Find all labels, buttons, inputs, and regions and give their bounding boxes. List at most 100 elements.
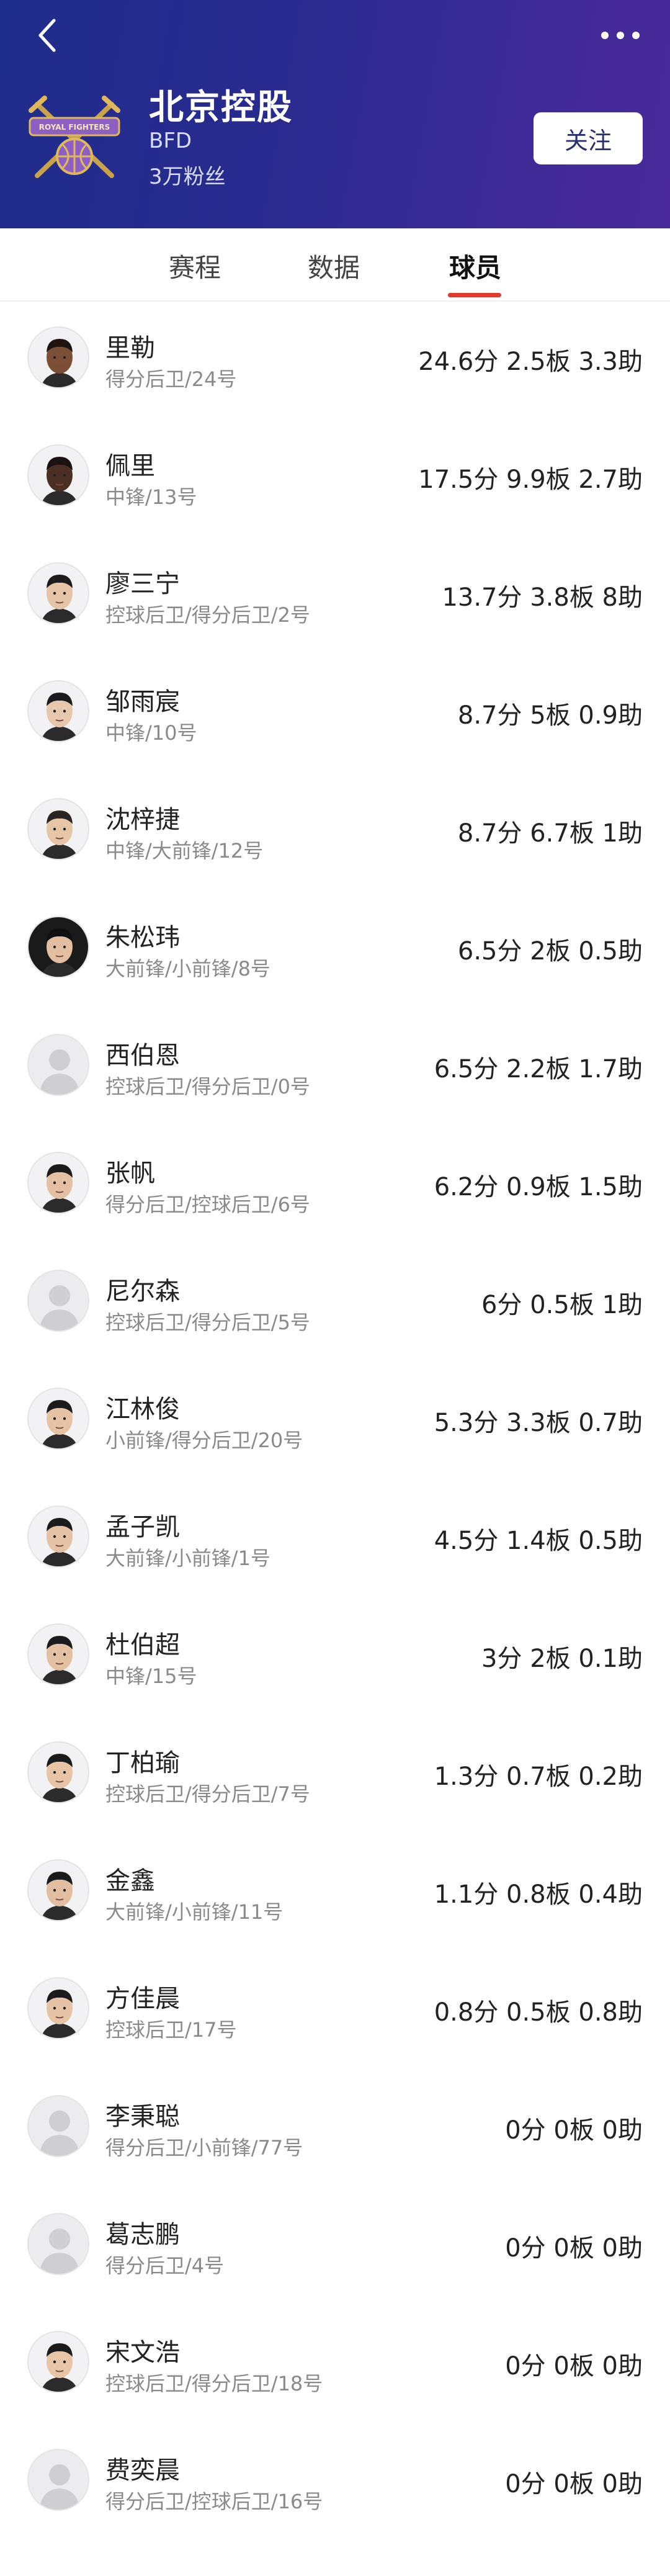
player-row[interactable]: 佩里中锋/13号 17.5分 9.9板 2.7助 <box>0 420 670 537</box>
player-stats: 4.5分 1.4板 0.5助 <box>434 1527 643 1555</box>
player-avatar <box>27 1506 89 1568</box>
player-stats: 6.5分 2板 0.5助 <box>457 937 643 966</box>
player-name: 尼尔森 <box>105 1277 180 1306</box>
more-options-button[interactable] <box>596 20 645 51</box>
player-position: 中锋/13号 <box>105 485 197 509</box>
chevron-left-icon <box>38 19 56 52</box>
player-position: 得分后卫/控球后卫/16号 <box>105 2490 323 2513</box>
player-row[interactable]: 尼尔森 控球后卫/得分后卫/5号 6分 0.5板 1助 <box>0 1245 670 1363</box>
follow-button[interactable]: 关注 <box>534 112 643 164</box>
default-avatar-icon <box>27 2095 89 2157</box>
player-row[interactable]: 金鑫大前锋/小前锋/11号 1.1分 0.8板 0.4助 <box>0 1834 670 1952</box>
player-row[interactable]: 宋文浩控球后卫/得分后卫/18号 0分 0板 0助 <box>0 2306 670 2424</box>
player-name: 费奕晨 <box>105 2456 180 2485</box>
player-avatar <box>27 562 89 624</box>
player-row[interactable]: 沈梓捷中锋/大前锋/12号 8.7分 6.7板 1助 <box>0 773 670 891</box>
player-name: 方佳晨 <box>105 1985 180 2013</box>
player-name: 江林俊 <box>105 1395 180 1424</box>
player-stats: 0分 0板 0助 <box>505 2470 643 2498</box>
player-row[interactable]: 邹雨宸 中锋/10号 8.7分 5板 0.9助 <box>0 655 670 773</box>
player-position: 得分后卫/4号 <box>105 2254 225 2278</box>
back-button[interactable] <box>25 14 68 57</box>
player-avatar <box>27 1623 89 1685</box>
player-row[interactable]: 杜伯超 中锋/15号 3分 2板 0.1助 <box>0 1599 670 1717</box>
player-stats: 0分 0板 0助 <box>505 2234 643 2263</box>
player-row[interactable]: 江林俊小前锋/得分后卫/20号 5.3分 3.3板 0.7助 <box>0 1363 670 1481</box>
player-position: 控球后卫/得分后卫/0号 <box>105 1075 310 1098</box>
player-name: 廖三宁 <box>105 570 180 598</box>
fan-count: 3万粉丝 <box>149 164 226 189</box>
player-name: 西伯恩 <box>105 1041 180 1070</box>
player-row[interactable]: 里勒得分后卫/24号 24.6分 2.5板 3.3助 <box>0 302 670 420</box>
player-row[interactable]: 廖三宁控球后卫/得分后卫/2号 13.7分 3.8板 8助 <box>0 537 670 655</box>
player-name: 丁柏瑜 <box>105 1749 180 1777</box>
player-row[interactable]: 葛志鹏得分后卫/4号 0分 0板 0助 <box>0 2188 670 2306</box>
player-position: 中锋/大前锋/12号 <box>105 839 264 863</box>
player-row[interactable]: 西伯恩控球后卫/得分后卫/0号 6.5分 2.2板 1.7助 <box>0 1009 670 1127</box>
player-stats: 1.3分 0.7板 0.2助 <box>434 1762 643 1791</box>
player-avatar <box>27 1388 89 1450</box>
player-position: 控球后卫/17号 <box>105 2018 237 2042</box>
player-position: 控球后卫/得分后卫/5号 <box>105 1311 310 1334</box>
player-avatar <box>27 1741 89 1803</box>
player-stats: 0分 0板 0助 <box>505 2352 643 2381</box>
player-avatar <box>27 444 89 506</box>
player-position: 控球后卫/得分后卫/18号 <box>105 2372 323 2395</box>
player-position: 大前锋/小前锋/11号 <box>105 1900 284 1924</box>
team-name: 北京控股 <box>149 88 293 128</box>
player-name: 里勒 <box>105 334 155 362</box>
player-position: 大前锋/小前锋/8号 <box>105 957 270 981</box>
player-avatar <box>27 326 89 388</box>
more-dots-icon <box>601 32 640 39</box>
default-avatar-icon <box>27 2213 89 2275</box>
player-stats: 5.3分 3.3板 0.7助 <box>434 1409 643 1437</box>
player-avatar <box>27 2331 89 2393</box>
player-avatar <box>27 916 89 978</box>
player-name: 金鑫 <box>105 1867 155 1895</box>
player-name: 张帆 <box>105 1159 155 1188</box>
player-row[interactable]: 丁柏瑜控球后卫/得分后卫/7号 1.3分 0.7板 0.2助 <box>0 1717 670 1834</box>
player-stats: 1.1分 0.8板 0.4助 <box>434 1880 643 1909</box>
tab-bar: 赛程 数据 球员 <box>0 228 670 302</box>
player-row[interactable]: 孟子凯 大前锋/小前锋/1号 4.5分 1.4板 0.5助 <box>0 1481 670 1599</box>
team-abbreviation: BFD <box>149 128 192 153</box>
default-avatar-icon <box>27 2449 89 2511</box>
team-logo: ROYAL FIGHTERS <box>25 92 124 184</box>
player-position: 得分后卫/小前锋/77号 <box>105 2136 303 2160</box>
player-position: 控球后卫/得分后卫/2号 <box>105 603 310 627</box>
player-name: 李秉聪 <box>105 2103 180 2131</box>
player-stats: 8.7分 6.7板 1助 <box>457 819 643 848</box>
tab-players[interactable]: 球员 <box>449 247 501 285</box>
player-stats: 17.5分 9.9板 2.7助 <box>418 465 643 494</box>
player-stats: 13.7分 3.8板 8助 <box>442 583 643 612</box>
player-stats: 6.5分 2.2板 1.7助 <box>434 1055 643 1084</box>
player-avatar <box>27 1977 89 2039</box>
tab-stats[interactable]: 数据 <box>308 247 360 285</box>
player-name: 佩里 <box>105 452 155 480</box>
player-stats: 24.6分 2.5板 3.3助 <box>418 348 643 376</box>
player-stats: 0分 0板 0助 <box>505 2116 643 2145</box>
player-avatar <box>27 680 89 742</box>
player-position: 得分后卫/24号 <box>105 367 237 391</box>
player-avatar <box>27 798 89 860</box>
player-row[interactable]: 李秉聪得分后卫/小前锋/77号 0分 0板 0助 <box>0 2070 670 2188</box>
player-row[interactable]: 张帆 得分后卫/控球后卫/6号 6.2分 0.9板 1.5助 <box>0 1127 670 1245</box>
player-name: 沈梓捷 <box>105 806 180 834</box>
player-name: 朱松玮 <box>105 923 180 952</box>
default-avatar-icon <box>27 1270 89 1332</box>
team-header: ROYAL FIGHTERS 北京控股 BFD 3万粉丝 关注 <box>0 0 670 228</box>
player-position: 小前锋/得分后卫/20号 <box>105 1429 303 1452</box>
player-name: 宋文浩 <box>105 2338 180 2367</box>
player-row[interactable]: 费奕晨得分后卫/控球后卫/16号 0分 0板 0助 <box>0 2424 670 2542</box>
player-name: 邹雨宸 <box>105 688 180 716</box>
player-stats: 8.7分 5板 0.9助 <box>457 701 643 730</box>
tab-schedule[interactable]: 赛程 <box>169 247 221 285</box>
logo-text: ROYAL FIGHTERS <box>39 123 110 132</box>
player-row[interactable]: 朱松玮大前锋/小前锋/8号 6.5分 2板 0.5助 <box>0 891 670 1009</box>
player-row[interactable]: 方佳晨控球后卫/17号 0.8分 0.5板 0.8助 <box>0 1952 670 2070</box>
player-name: 葛志鹏 <box>105 2220 180 2249</box>
player-stats: 0.8分 0.5板 0.8助 <box>434 1998 643 2027</box>
player-avatar <box>27 1859 89 1921</box>
player-position: 得分后卫/控球后卫/6号 <box>105 1193 310 1216</box>
player-position: 控球后卫/得分后卫/7号 <box>105 1782 310 1806</box>
